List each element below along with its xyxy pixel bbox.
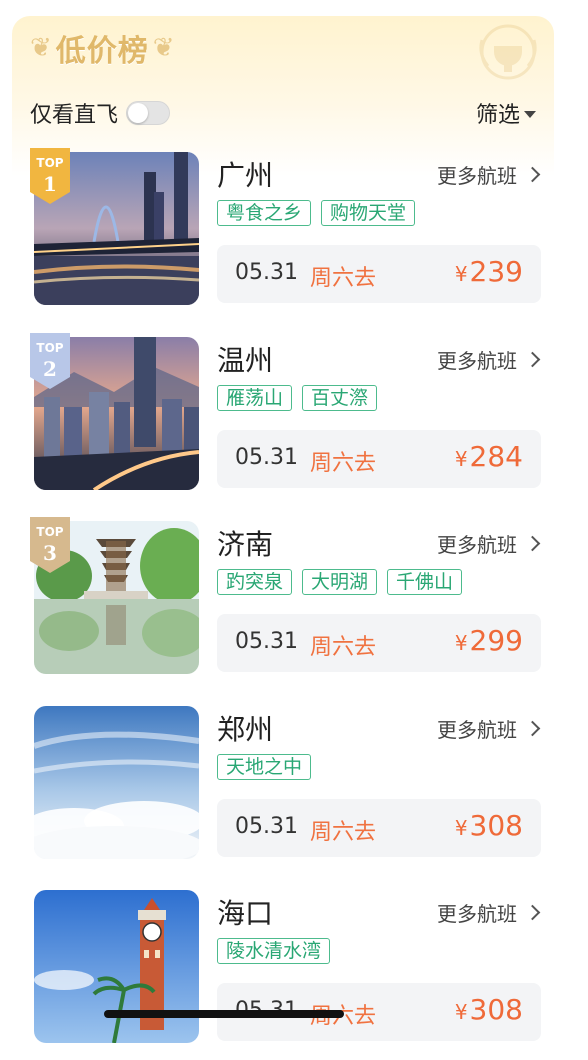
price-box[interactable]: 05.31 周六去 ¥299 <box>217 614 541 672</box>
price: ¥284 <box>455 440 523 473</box>
tag: 粤食之乡 <box>217 200 312 226</box>
haikou-photo <box>34 890 199 1043</box>
currency-symbol: ¥ <box>454 447 468 471</box>
destination-card[interactable]: TOP 2 温州 更多航班 雁荡山 百丈漈 05.31 周六去 ¥284 <box>0 333 588 507</box>
price-amount: 239 <box>469 255 523 288</box>
price-box[interactable]: 05.31 周六去 ¥284 <box>217 430 541 488</box>
tag: 陵水清水湾 <box>217 938 331 964</box>
rank-badge: TOP 2 <box>30 333 70 389</box>
destination-card[interactable]: TOP 1 广州 更多航班 粤食之乡 购物天堂 05.31 周六去 ¥239 <box>0 148 588 322</box>
toggle-knob <box>128 103 149 123</box>
tag-list: 粤食之乡 购物天堂 <box>217 200 425 226</box>
price-box[interactable]: 05.31 周六去 ¥308 <box>217 799 541 857</box>
tag-list: 雁荡山 百丈漈 <box>217 385 387 411</box>
more-flights-link[interactable]: 更多航班 <box>437 160 541 189</box>
more-flights-link[interactable]: 更多航班 <box>437 714 541 743</box>
tag: 百丈漈 <box>302 385 378 411</box>
caret-down-icon <box>524 110 536 118</box>
more-flights-label: 更多航班 <box>437 902 517 926</box>
direct-flight-toggle[interactable] <box>126 101 171 125</box>
rank-badge-top: TOP <box>36 525 64 539</box>
tag: 千佛山 <box>387 569 463 595</box>
rank-number: 1 <box>43 172 57 196</box>
rank-badge-top: TOP <box>36 156 64 170</box>
more-flights-label: 更多航班 <box>437 349 517 373</box>
price-amount: 299 <box>469 624 523 657</box>
tag: 趵突泉 <box>217 569 293 595</box>
chevron-right-icon <box>524 904 541 921</box>
destination-card[interactable]: 郑州 更多航班 天地之中 05.31 周六去 ¥308 <box>0 706 588 876</box>
depart-date: 05.31 <box>235 814 298 839</box>
more-flights-label: 更多航班 <box>437 164 517 188</box>
depart-day: 周六去 <box>310 820 377 845</box>
tag-list: 趵突泉 大明湖 千佛山 <box>217 569 472 595</box>
rank-number: 2 <box>43 357 57 381</box>
more-flights-link[interactable]: 更多航班 <box>437 345 541 374</box>
chevron-right-icon <box>524 351 541 368</box>
price: ¥299 <box>455 624 523 657</box>
tag: 大明湖 <box>302 569 378 595</box>
price: ¥308 <box>455 993 523 1026</box>
more-flights-link[interactable]: 更多航班 <box>437 898 541 927</box>
city-name: 济南 <box>217 528 274 561</box>
chevron-right-icon <box>524 535 541 552</box>
laurel-right-icon: ❦ <box>152 33 175 63</box>
depart-date: 05.31 <box>235 260 298 285</box>
filter-label: 筛选 <box>475 103 520 128</box>
city-name: 郑州 <box>217 713 274 746</box>
city-name: 温州 <box>217 344 274 377</box>
page-title: 低价榜 <box>55 34 149 69</box>
currency-symbol: ¥ <box>454 1000 468 1024</box>
rank-badge: TOP 3 <box>30 517 70 573</box>
depart-day: 周六去 <box>310 451 377 476</box>
price: ¥239 <box>455 255 523 288</box>
currency-symbol: ¥ <box>454 816 468 840</box>
currency-symbol: ¥ <box>454 262 468 286</box>
chevron-right-icon <box>524 166 541 183</box>
direct-flight-filter: 仅看直飞 <box>30 96 171 130</box>
tag: 天地之中 <box>217 754 312 780</box>
city-name: 海口 <box>217 897 274 930</box>
tag: 雁荡山 <box>217 385 293 411</box>
price-amount: 284 <box>469 440 523 473</box>
destination-card[interactable]: TOP 3 济南 更多航班 趵突泉 大明湖 千佛山 05.31 周六去 ¥299 <box>0 517 588 691</box>
home-indicator[interactable] <box>104 1010 344 1018</box>
price: ¥308 <box>455 809 523 842</box>
depart-day: 周六去 <box>310 635 377 660</box>
filter-button[interactable]: 筛选 <box>476 96 536 130</box>
tag-list: 陵水清水湾 <box>217 938 340 964</box>
laurel-left-icon: ❦ <box>30 33 52 63</box>
destination-card[interactable]: 海口 更多航班 陵水清水湾 05.31 周六去 ¥308 <box>0 890 588 1060</box>
direct-flight-label: 仅看直飞 <box>30 103 119 128</box>
price-box[interactable]: 05.31 周六去 ¥239 <box>217 245 541 303</box>
trophy-emblem-icon <box>479 24 537 80</box>
tag: 购物天堂 <box>321 200 416 226</box>
rank-badge-top: TOP <box>36 341 64 355</box>
depart-date: 05.31 <box>235 445 298 470</box>
more-flights-label: 更多航班 <box>437 533 517 557</box>
chevron-right-icon <box>524 720 541 737</box>
price-amount: 308 <box>469 993 523 1026</box>
city-name: 广州 <box>217 159 274 192</box>
ranking-title: ❦ 低价榜 ❦ <box>30 26 175 70</box>
rank-number: 3 <box>43 541 57 565</box>
depart-date: 05.31 <box>235 629 298 654</box>
zhengzhou-photo <box>34 706 199 859</box>
depart-day: 周六去 <box>310 266 377 291</box>
currency-symbol: ¥ <box>454 631 468 655</box>
tag-list: 天地之中 <box>217 754 321 780</box>
price-amount: 308 <box>469 809 523 842</box>
more-flights-label: 更多航班 <box>437 718 517 742</box>
rank-badge: TOP 1 <box>30 148 70 204</box>
more-flights-link[interactable]: 更多航班 <box>437 529 541 558</box>
